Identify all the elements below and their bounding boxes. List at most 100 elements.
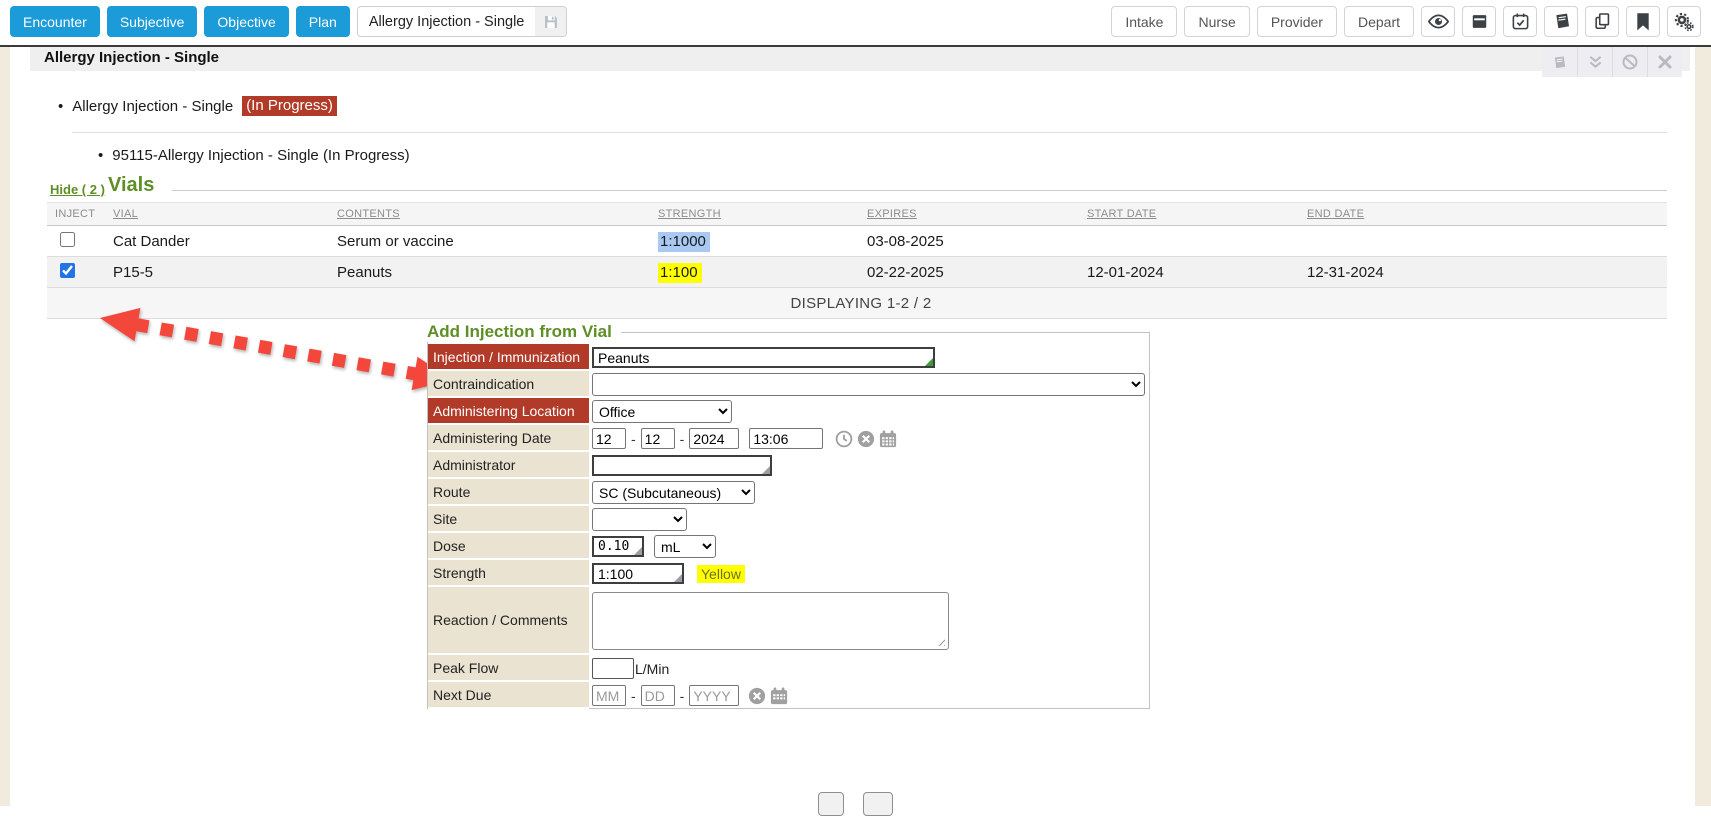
calendar-icon[interactable] [879,430,897,448]
admin-date-day-field[interactable] [641,428,675,449]
form-row-administering-date: Administering Date - - [428,425,1149,452]
close-icon[interactable] [1647,47,1682,77]
save-document-button[interactable] [535,7,566,36]
bottom-action-button-1[interactable] [818,792,844,816]
hide-vials-link[interactable]: Hide ( 2 ) [50,182,105,197]
form-row-strength: Strength Yellow [428,560,1149,587]
peak-flow-field[interactable] [592,658,634,679]
start-date-cell [1079,226,1299,257]
expires-cell: 03-08-2025 [859,226,1079,257]
clock-icon[interactable] [835,430,853,448]
outline-divider [72,132,1667,133]
tab-encounter[interactable]: Encounter [10,6,100,37]
form-row-contraindication: Contraindication [428,371,1149,398]
provider-button[interactable]: Provider [1257,6,1337,37]
date-separator: - [631,688,636,704]
administrator-label: Administrator [428,452,589,479]
document-selector[interactable]: Allergy Injection - Single [357,6,568,37]
administrator-field[interactable] [592,455,772,476]
table-footer-row: DISPLAYING 1-2 / 2 [47,288,1667,319]
reaction-comments-field[interactable] [592,592,949,650]
vials-legend: Vials [108,174,154,197]
inject-checkbox-cat-dander[interactable] [60,232,75,247]
vials-fieldset-line [172,190,1667,191]
vials-table: INJECT VIAL CONTENTS STRENGTH EXPIRES ST… [47,202,1667,319]
copy-pages-icon[interactable] [1585,6,1619,37]
peak-flow-unit: L/Min [635,661,669,677]
form-row-dose: Dose mL [428,533,1149,560]
admin-time-field[interactable] [749,428,823,449]
bookmark-icon[interactable] [1626,6,1660,37]
strength-color-tag: Yellow [697,565,745,583]
next-due-year-field[interactable] [689,685,739,706]
site-select[interactable] [592,508,687,531]
form-row-administering-location: Administering Location Office [428,398,1149,425]
outline-item-2: • 95115-Allergy Injection - Single (In P… [98,147,410,164]
dose-field[interactable] [592,536,644,557]
outline-item-1-label: Allergy Injection - Single [72,98,233,115]
vial-cell: P15-5 [105,257,329,288]
start-date-cell: 12-01-2024 [1079,257,1299,288]
admin-date-year-field[interactable] [689,428,739,449]
inject-checkbox-p15-5[interactable] [60,263,75,278]
calendar-icon[interactable] [770,687,788,705]
form-row-next-due: Next Due - - [428,682,1149,709]
administering-date-label: Administering Date [428,425,589,452]
nurse-button[interactable]: Nurse [1184,6,1249,37]
date-separator: - [680,431,685,447]
table-row: Cat Dander Serum or vaccine 1:1000 03-08… [47,226,1667,257]
route-label: Route [428,479,589,506]
tab-objective[interactable]: Objective [204,6,288,37]
col-expires[interactable]: EXPIRES [859,203,1079,226]
eye-icon[interactable] [1421,6,1455,37]
expires-cell: 02-22-2025 [859,257,1079,288]
contraindication-label: Contraindication [428,371,589,398]
form-row-site: Site [428,506,1149,533]
date-separator: - [631,431,636,447]
page-title: Allergy Injection - Single [44,49,219,66]
injection-immunization-field[interactable] [592,347,935,368]
bullet-dot: • [98,147,103,164]
table-row: P15-5 Peanuts 1:100 02-22-2025 12-01-202… [47,257,1667,288]
form-row-peak-flow: Peak Flow L/Min [428,655,1149,682]
tab-subjective[interactable]: Subjective [107,6,198,37]
injection-immunization-label: Injection / Immunization [428,344,589,371]
vial-cell: Cat Dander [105,226,329,257]
col-vial[interactable]: VIAL [105,203,329,226]
left-margin-strip [0,47,10,806]
archive-box-icon[interactable] [1462,6,1496,37]
strength-field[interactable] [592,563,684,584]
collapse-all-icon[interactable] [1577,47,1612,77]
contraindication-select[interactable] [592,373,1145,396]
clear-date-icon[interactable] [857,430,875,448]
right-margin-strip [1695,47,1711,806]
col-strength[interactable]: STRENGTH [650,203,859,226]
book-icon[interactable] [1544,6,1578,37]
clear-date-icon[interactable] [748,687,766,705]
admin-date-month-field[interactable] [592,428,626,449]
bottom-action-button-2[interactable] [863,792,893,816]
bullet-dot: • [58,98,63,115]
pages-icon[interactable] [1542,47,1577,77]
paging-status: DISPLAYING 1-2 / 2 [47,288,1667,319]
administering-location-select[interactable]: Office [592,400,732,423]
dose-unit-select[interactable]: mL [654,535,716,558]
contents-cell: Serum or vaccine [329,226,650,257]
form-row-administrator: Administrator [428,452,1149,479]
intake-button[interactable]: Intake [1111,6,1177,37]
disable-icon[interactable] [1612,47,1647,77]
tab-plan[interactable]: Plan [296,6,350,37]
col-start-date[interactable]: START DATE [1079,203,1299,226]
depart-button[interactable]: Depart [1344,6,1414,37]
gears-icon[interactable] [1667,6,1701,37]
route-select[interactable]: SC (Subcutaneous) [592,481,755,504]
form-row-reaction-comments: Reaction / Comments [428,587,1149,655]
col-contents[interactable]: CONTENTS [329,203,650,226]
next-due-day-field[interactable] [641,685,675,706]
toolbar-right-group: Intake Nurse Provider Depart [1111,6,1701,37]
next-due-month-field[interactable] [592,685,626,706]
col-end-date[interactable]: END DATE [1299,203,1667,226]
calendar-check-icon[interactable] [1503,6,1537,37]
next-due-label: Next Due [428,682,589,709]
form-legend: Add Injection from Vial [427,322,621,342]
